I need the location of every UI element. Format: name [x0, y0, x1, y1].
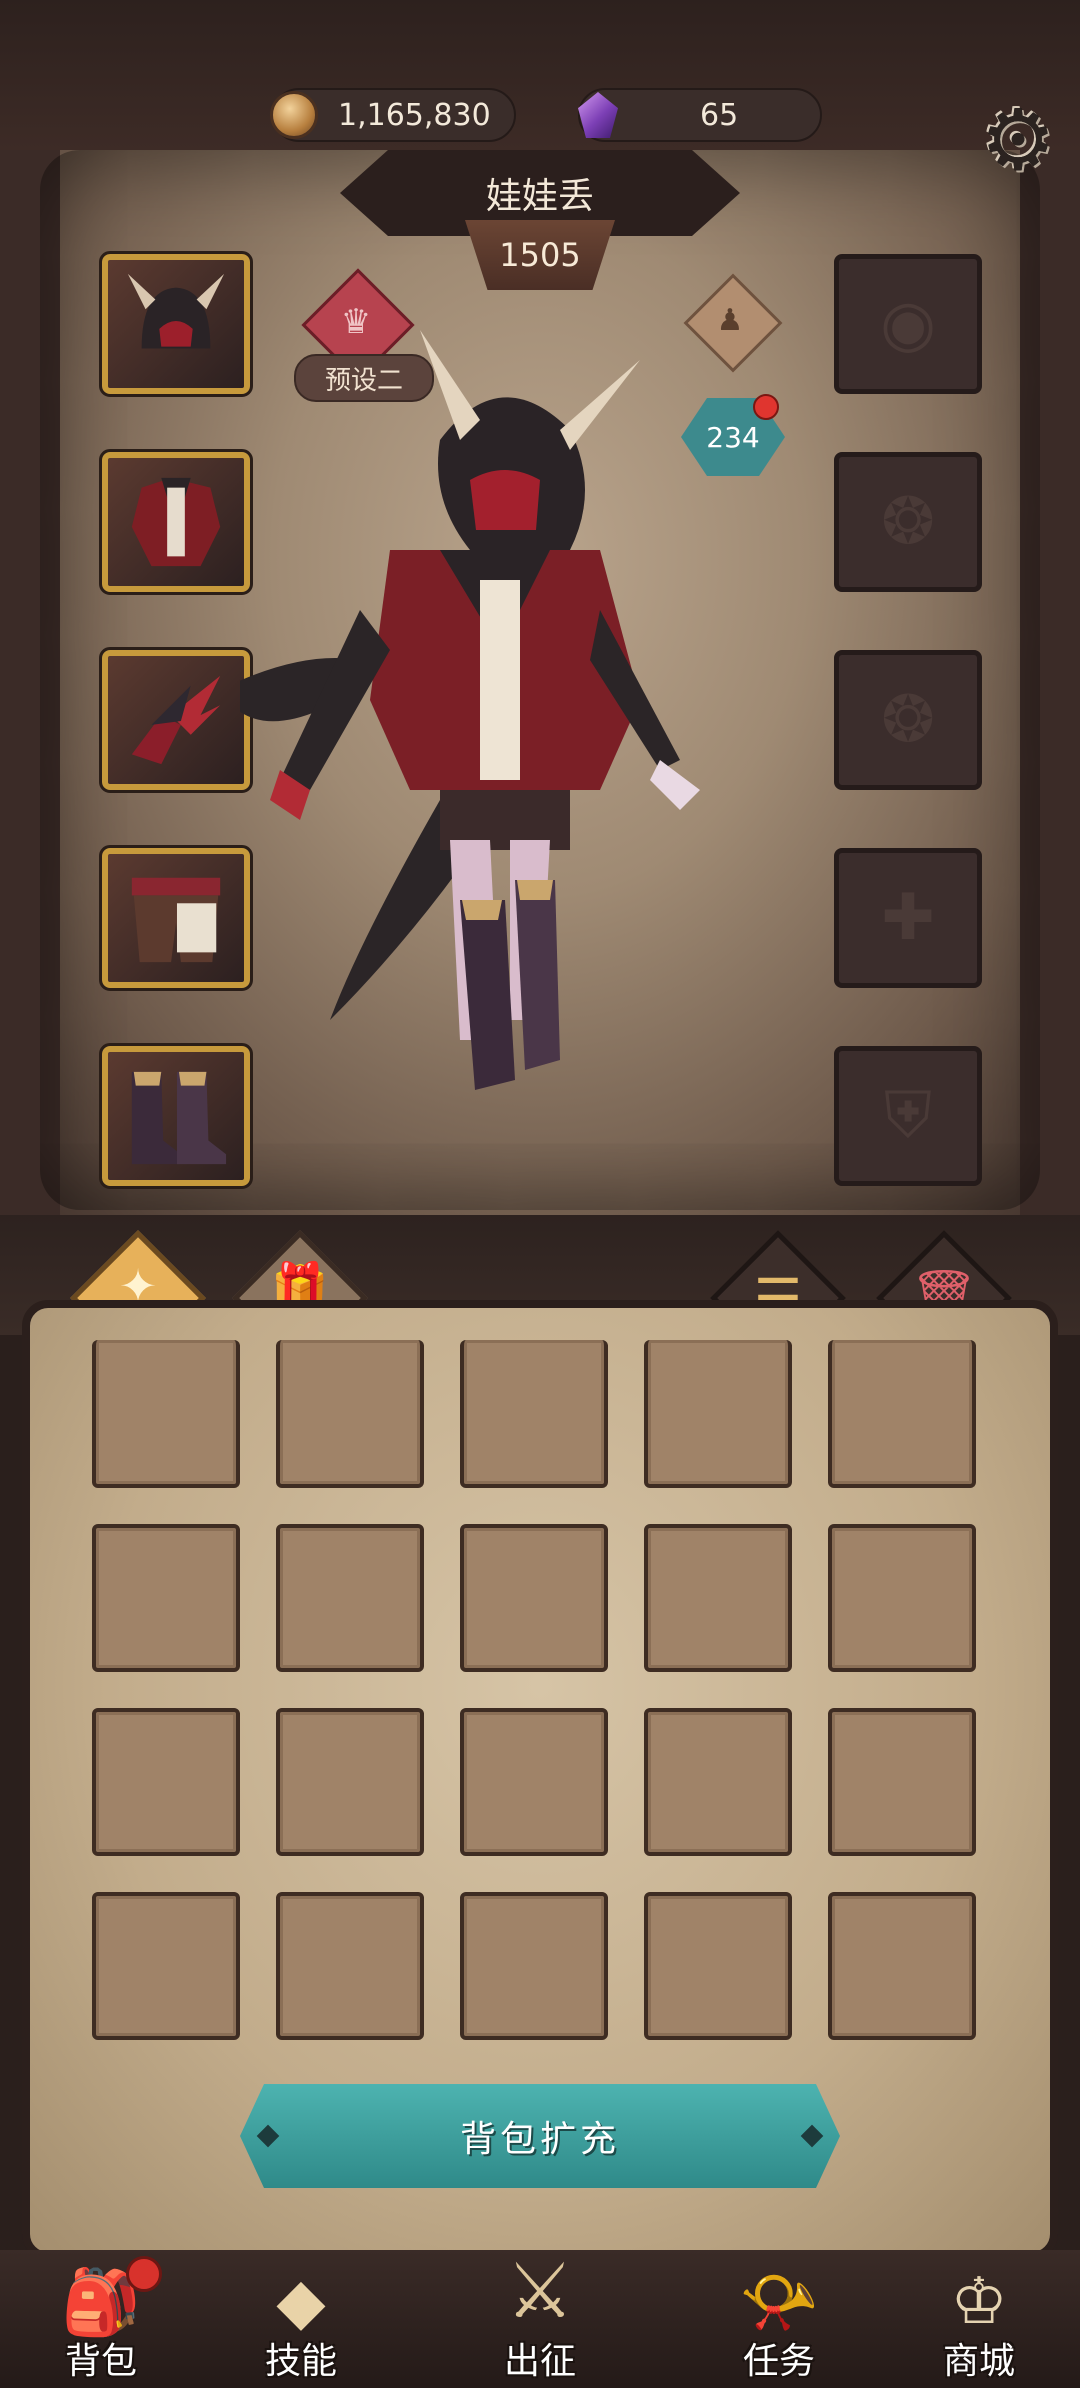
equip-slot-weapon[interactable]: ✚ [834, 848, 982, 988]
inventory-slot[interactable] [460, 1340, 608, 1488]
hero-power: 1505 [499, 236, 581, 274]
gem-counter[interactable]: 65 [578, 88, 822, 142]
inventory-slot[interactable] [828, 1524, 976, 1672]
boots-icon [122, 1062, 230, 1170]
nav-expedition-label: 出征 [503, 2341, 576, 2382]
nav-expedition[interactable]: ⚔ 出征 [455, 2246, 625, 2388]
inventory-grid [92, 1340, 992, 2040]
nav-backpack-label: 背包 [64, 2341, 137, 2382]
inventory-slot[interactable] [276, 1340, 424, 1488]
expand-backpack-label: 背包扩充 [459, 2119, 620, 2160]
red-coat-icon [122, 468, 230, 576]
necklace-icon: ◉ [880, 287, 936, 361]
inventory-slot[interactable] [92, 1708, 240, 1856]
ring-icon: ❂ [881, 485, 935, 559]
coin-icon [270, 91, 318, 139]
hero-power-plate: 1505 [465, 220, 615, 290]
hooded-helmet-icon [122, 270, 230, 378]
equip-slot-necklace[interactable]: ◉ [834, 254, 982, 394]
inventory-slot[interactable] [644, 1892, 792, 2040]
inventory-slot[interactable] [828, 1708, 976, 1856]
shield-icon: ⛨ [884, 1079, 932, 1153]
inventory-slot[interactable] [276, 1708, 424, 1856]
inventory-slot[interactable] [644, 1524, 792, 1672]
equip-slot-gloves[interactable] [99, 647, 253, 793]
equip-slot-ring-1[interactable]: ❂ [834, 452, 982, 592]
inventory-slot[interactable] [828, 1892, 976, 2040]
nav-quests-label: 任务 [742, 2341, 815, 2382]
inventory-slot[interactable] [644, 1708, 792, 1856]
backpack-badge-dot [126, 2256, 162, 2292]
inventory-slot[interactable] [644, 1340, 792, 1488]
nav-quests[interactable]: 📯 任务 [694, 2250, 864, 2388]
equip-slot-pants[interactable] [99, 845, 253, 991]
inventory-slot[interactable] [92, 1892, 240, 2040]
nav-shop[interactable]: ♔ 商城 [894, 2250, 1064, 2388]
inventory-slot[interactable] [276, 1892, 424, 2040]
purple-crystal-icon [578, 92, 618, 138]
equip-slot-shield[interactable]: ⛨ [834, 1046, 982, 1186]
top-wood-frame [0, 0, 1080, 150]
nav-skills-label: 技能 [264, 2341, 337, 2382]
equip-slot-armor[interactable] [99, 449, 253, 595]
inventory-slot[interactable] [460, 1892, 608, 2040]
equip-slot-ring-2[interactable]: ❂ [834, 650, 982, 790]
inventory-slot[interactable] [92, 1524, 240, 1672]
belted-pants-icon [122, 864, 230, 972]
inventory-slot[interactable] [92, 1340, 240, 1488]
hero-name: 娃娃丢 [485, 176, 594, 217]
ring-icon: ❂ [881, 683, 935, 757]
equip-slot-helmet[interactable] [99, 251, 253, 397]
nav-skills[interactable]: ◆ 技能 [216, 2250, 386, 2388]
settings-gear-icon[interactable]: ⚙ [974, 96, 1062, 184]
claw-gloves-icon [122, 666, 230, 774]
sword-icon: ✚ [881, 881, 935, 955]
inventory-slot[interactable] [828, 1340, 976, 1488]
inventory-slot[interactable] [460, 1524, 608, 1672]
gold-amount: 1,165,830 [338, 97, 491, 133]
expand-backpack-button[interactable]: 背包扩充 [240, 2084, 840, 2188]
inventory-slot[interactable] [460, 1708, 608, 1856]
gold-counter[interactable]: 1,165,830 [270, 88, 516, 142]
hero-portrait[interactable] [220, 320, 840, 1120]
inventory-slot[interactable] [276, 1524, 424, 1672]
equip-slot-boots[interactable] [99, 1043, 253, 1189]
nav-shop-label: 商城 [942, 2341, 1015, 2382]
nav-backpack[interactable]: 🎒 背包 [16, 2250, 186, 2388]
gem-amount: 65 [700, 97, 739, 133]
